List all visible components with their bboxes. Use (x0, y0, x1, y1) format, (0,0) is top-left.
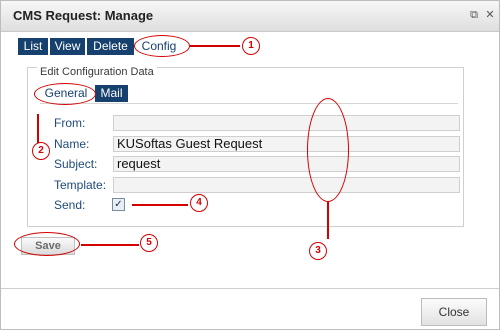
title-bar: CMS Request: Manage ⧉ ✕ (1, 1, 499, 32)
annotation-oval-fields (307, 98, 349, 202)
annotation-oval-general (34, 83, 96, 105)
close-button[interactable]: Close (421, 298, 487, 326)
subject-field[interactable]: request (113, 156, 460, 172)
annotation-number-1: 1 (242, 37, 260, 55)
template-field[interactable] (113, 177, 460, 193)
subtab-mail[interactable]: Mail (95, 85, 128, 102)
subject-label: Subject: (54, 157, 98, 171)
footer-divider (1, 288, 499, 289)
subtab-divider (40, 103, 458, 104)
template-label: Template: (54, 178, 107, 192)
annotation-arrow-2 (37, 114, 39, 143)
annotation-arrow-3 (327, 202, 329, 239)
name-field[interactable]: KUSoftas Guest Request (113, 136, 460, 152)
annotation-number-5: 5 (140, 234, 158, 252)
dialog-title: CMS Request: Manage (13, 8, 154, 23)
from-field[interactable] (113, 115, 460, 131)
annotation-arrow-4 (132, 204, 188, 206)
close-icon[interactable]: ✕ (483, 8, 497, 22)
annotation-oval-save (14, 232, 80, 256)
tab-list[interactable]: List (18, 38, 48, 55)
annotation-number-2: 2 (32, 142, 50, 160)
tab-view[interactable]: View (50, 38, 85, 55)
popout-icon[interactable]: ⧉ (467, 8, 481, 22)
annotation-arrow-5 (81, 244, 139, 246)
tab-delete[interactable]: Delete (87, 38, 134, 55)
annotation-arrow-1 (190, 45, 240, 47)
name-label: Name: (54, 137, 90, 151)
send-label: Send: (54, 198, 86, 212)
annotation-number-4: 4 (190, 194, 208, 212)
annotation-number-3: 3 (309, 242, 327, 260)
from-label: From: (54, 116, 86, 130)
fieldset-legend: Edit Configuration Data (37, 66, 157, 78)
send-checkbox[interactable]: ✓ (112, 198, 125, 211)
annotation-oval-config (134, 35, 190, 57)
manage-dialog: CMS Request: Manage ⧉ ✕ List View Delete… (0, 0, 500, 330)
